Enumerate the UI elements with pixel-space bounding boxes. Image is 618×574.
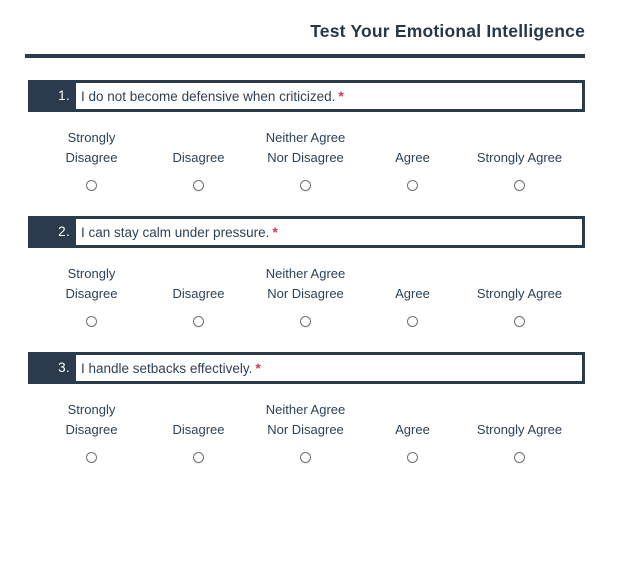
scale-option-label: Neither Agree Nor Disagree xyxy=(265,402,346,437)
radio-strongly-disagree[interactable] xyxy=(86,315,97,327)
question-text: I handle setbacks effectively. xyxy=(81,361,253,376)
question-number: 1. xyxy=(58,88,70,103)
radio-wrap xyxy=(407,448,418,466)
radio-neither-agree-nor-disagree[interactable] xyxy=(300,315,311,327)
required-asterisk: * xyxy=(272,224,278,240)
scale-option: Strongly Disagree xyxy=(38,264,145,330)
rating-scale: Strongly Disagree Disagree Neither Agree… xyxy=(28,128,585,194)
scale-option-label: Strongly Agree xyxy=(476,149,563,165)
scale-option: Strongly Disagree xyxy=(38,128,145,194)
scale-option-label: Strongly Disagree xyxy=(65,402,118,437)
radio-wrap xyxy=(86,312,97,330)
scale-option: Agree xyxy=(359,264,466,330)
scale-option-label: Disagree xyxy=(172,421,225,437)
radio-wrap xyxy=(86,176,97,194)
scale-option: Disagree xyxy=(145,128,252,194)
scale-option-label: Strongly Disagree xyxy=(65,130,118,165)
radio-wrap xyxy=(193,176,204,194)
radio-neither-agree-nor-disagree[interactable] xyxy=(300,179,311,191)
required-asterisk: * xyxy=(255,360,261,376)
scale-option-label: Neither Agree Nor Disagree xyxy=(265,130,346,165)
scale-option: Neither Agree Nor Disagree xyxy=(252,400,359,466)
title-divider xyxy=(25,54,585,58)
scale-option: Disagree xyxy=(145,400,252,466)
survey-header: Test Your Emotional Intelligence xyxy=(0,0,618,58)
radio-wrap xyxy=(514,448,525,466)
page-title: Test Your Emotional Intelligence xyxy=(310,21,585,41)
question-block: 3. I handle setbacks effectively. * Stron… xyxy=(0,352,618,466)
question-text-box: I handle setbacks effectively. * xyxy=(76,355,582,381)
radio-wrap xyxy=(514,176,525,194)
radio-disagree[interactable] xyxy=(193,179,204,191)
scale-option-label: Strongly Disagree xyxy=(65,266,118,301)
radio-wrap xyxy=(300,176,311,194)
radio-wrap xyxy=(86,448,97,466)
question-text-box: I can stay calm under pressure. * xyxy=(76,219,582,245)
scale-option: Strongly Agree xyxy=(466,264,573,330)
scale-option-label: Disagree xyxy=(172,285,225,301)
radio-agree[interactable] xyxy=(407,451,418,463)
scale-option: Neither Agree Nor Disagree xyxy=(252,264,359,330)
radio-wrap xyxy=(300,448,311,466)
question-number: 2. xyxy=(58,224,70,239)
rating-scale: Strongly Disagree Disagree Neither Agree… xyxy=(28,264,585,330)
radio-neither-agree-nor-disagree[interactable] xyxy=(300,451,311,463)
question-text-box: I do not become defensive when criticize… xyxy=(76,83,582,109)
question-bar: 2. I can stay calm under pressure. * xyxy=(28,216,585,248)
radio-strongly-disagree[interactable] xyxy=(86,451,97,463)
radio-strongly-agree[interactable] xyxy=(514,451,525,463)
scale-option: Strongly Agree xyxy=(466,400,573,466)
radio-wrap xyxy=(407,176,418,194)
scale-option: Disagree xyxy=(145,264,252,330)
question-block: 1. I do not become defensive when critic… xyxy=(0,80,618,194)
radio-agree[interactable] xyxy=(407,315,418,327)
question-text: I can stay calm under pressure. xyxy=(81,225,270,240)
radio-strongly-disagree[interactable] xyxy=(86,179,97,191)
radio-agree[interactable] xyxy=(407,179,418,191)
question-bar: 3. I handle setbacks effectively. * xyxy=(28,352,585,384)
radio-wrap xyxy=(193,448,204,466)
radio-strongly-agree[interactable] xyxy=(514,179,525,191)
radio-strongly-agree[interactable] xyxy=(514,315,525,327)
scale-option: Agree xyxy=(359,128,466,194)
scale-option-label: Neither Agree Nor Disagree xyxy=(265,266,346,301)
scale-option: Neither Agree Nor Disagree xyxy=(252,128,359,194)
radio-wrap xyxy=(407,312,418,330)
scale-option-label: Agree xyxy=(395,421,430,437)
radio-disagree[interactable] xyxy=(193,451,204,463)
scale-option-label: Agree xyxy=(395,149,430,165)
rating-scale: Strongly Disagree Disagree Neither Agree… xyxy=(28,400,585,466)
required-asterisk: * xyxy=(338,88,344,104)
scale-option-label: Strongly Agree xyxy=(476,421,563,437)
question-text: I do not become defensive when criticize… xyxy=(81,89,336,104)
question-block: 2. I can stay calm under pressure. * Stro… xyxy=(0,216,618,330)
radio-disagree[interactable] xyxy=(193,315,204,327)
scale-option: Agree xyxy=(359,400,466,466)
scale-option-label: Disagree xyxy=(172,149,225,165)
scale-option-label: Agree xyxy=(395,285,430,301)
radio-wrap xyxy=(193,312,204,330)
scale-option-label: Strongly Agree xyxy=(476,285,563,301)
question-bar: 1. I do not become defensive when critic… xyxy=(28,80,585,112)
survey-page: Test Your Emotional Intelligence 1. I do… xyxy=(0,0,618,574)
radio-wrap xyxy=(514,312,525,330)
radio-wrap xyxy=(300,312,311,330)
scale-option: Strongly Disagree xyxy=(38,400,145,466)
scale-option: Strongly Agree xyxy=(466,128,573,194)
question-number: 3. xyxy=(58,360,70,375)
